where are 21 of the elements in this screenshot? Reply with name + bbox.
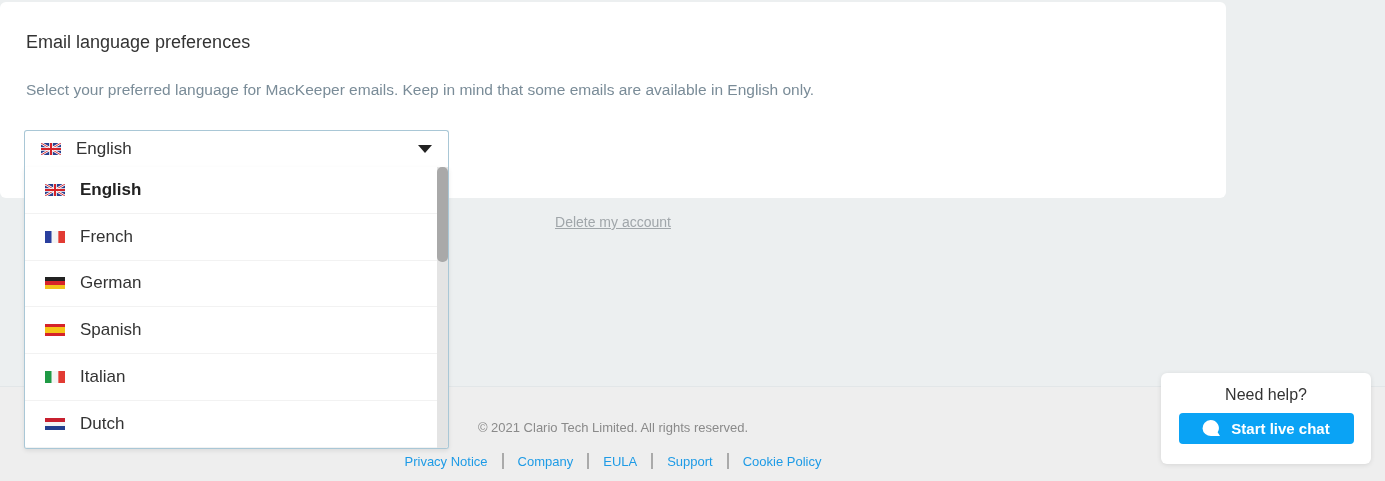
help-title: Need help? [1225, 386, 1307, 404]
flag-icon [45, 230, 65, 243]
copyright-text: © 2021 Clario Tech Limited. All rights reserved. [477, 420, 749, 435]
card-description: Select your preferred language for MacKeeper emails. Keep in mind that some emails are available in English only. [26, 81, 816, 99]
language-option[interactable]: English [25, 167, 437, 214]
card-title: Email language preferences [26, 32, 252, 53]
flag-icon [45, 277, 65, 290]
flag-icon [45, 371, 65, 384]
caret-icon [418, 145, 432, 153]
language-option[interactable]: Italian [25, 354, 437, 401]
language-option[interactable]: French [25, 213, 437, 261]
flag-icon [45, 324, 65, 337]
chat-bubble-icon [1202, 420, 1222, 437]
language-option[interactable]: German [25, 260, 437, 308]
scrollbar[interactable] [437, 167, 448, 448]
flag-icon [41, 143, 61, 155]
language-dropdown[interactable]: English [24, 130, 449, 168]
flag-icon [45, 183, 65, 196]
language-option[interactable]: Dutch [25, 401, 437, 448]
language-option[interactable]: Spanish [25, 307, 437, 355]
flag-icon [45, 417, 65, 430]
